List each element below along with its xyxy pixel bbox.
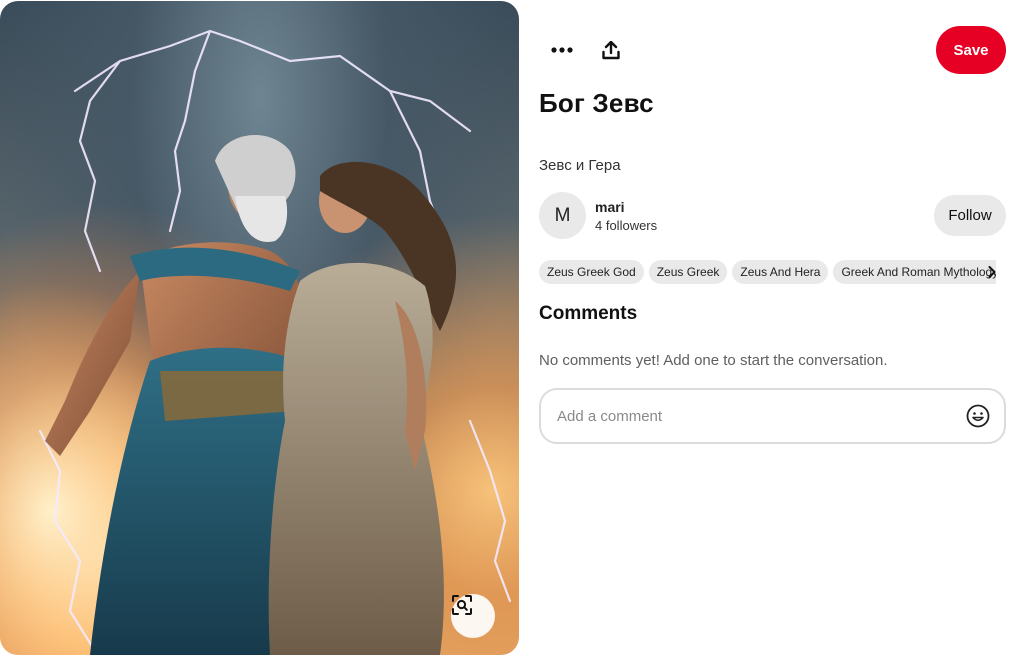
no-comments-text: No comments yet! Add one to start the co…: [539, 352, 888, 369]
comment-input[interactable]: [541, 406, 958, 426]
tags-row: Zeus Greek God Zeus Greek Zeus And Hera Gre…: [539, 260, 996, 284]
chevron-right-icon: [988, 266, 996, 278]
pin-details: Save Бог Зевс Зевс и Гера M mari 4 follo…: [519, 0, 1024, 656]
smiley-icon: [966, 404, 990, 428]
pin-image[interactable]: [0, 1, 519, 655]
comment-box: [539, 388, 1006, 444]
visual-search-icon: [452, 595, 472, 615]
ellipsis-icon: [551, 47, 573, 53]
share-upload-icon: [602, 40, 620, 59]
tags-scroll-right-button[interactable]: [977, 260, 1007, 284]
avatar[interactable]: M: [539, 192, 586, 239]
author-name[interactable]: mari: [595, 199, 625, 215]
share-button[interactable]: [591, 30, 631, 70]
save-button[interactable]: Save: [936, 26, 1006, 74]
author-row: M mari 4 followers Follow: [539, 190, 1006, 240]
pin-closeup: Save Бог Зевс Зевс и Гера M mari 4 follo…: [0, 0, 1024, 656]
emoji-button[interactable]: [958, 396, 998, 436]
comments-heading: Comments: [539, 303, 638, 324]
pin-image-artwork: [0, 1, 519, 655]
tag-chip[interactable]: Zeus And Hera: [732, 260, 829, 284]
tag-chip[interactable]: Zeus Greek God: [539, 260, 644, 284]
action-bar: Save: [539, 0, 1006, 98]
author-followers: 4 followers: [595, 218, 658, 233]
follow-button[interactable]: Follow: [934, 195, 1006, 236]
pin-description: Зевс и Гера: [539, 157, 621, 174]
visual-search-button[interactable]: [451, 594, 495, 638]
tag-chip[interactable]: Greek And Roman Mythology: [833, 260, 996, 284]
tag-chip[interactable]: Zeus Greek: [648, 260, 728, 284]
pin-title: Бог Зевс: [539, 88, 654, 118]
more-options-button[interactable]: [542, 30, 582, 70]
